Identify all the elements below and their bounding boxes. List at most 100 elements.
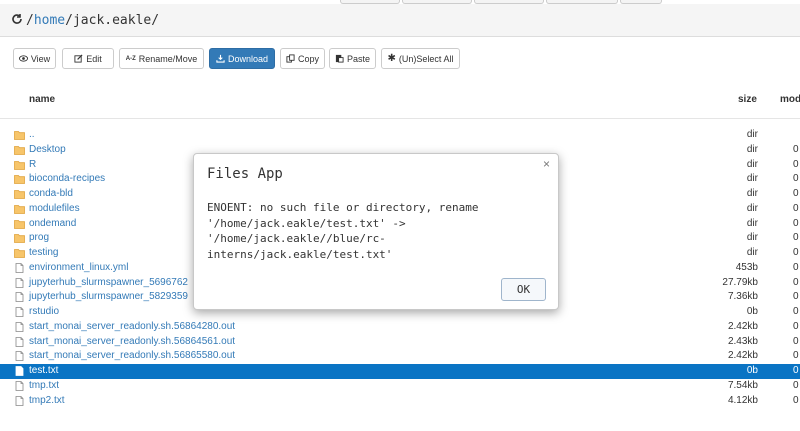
file-modified: 0 [793,350,799,362]
file-size: 0b [746,365,758,376]
file-icon [15,292,24,303]
sort-alpha-icon: A-Z [125,55,136,62]
edit-button[interactable]: Edit [62,48,114,69]
file-size: dir [746,129,758,140]
folder-icon [14,145,25,155]
file-size: 4.12kb [727,394,758,406]
file-modified: 0 [793,365,799,376]
folder-icon [14,175,25,185]
file-size: 2.42kb [727,350,758,362]
paste-icon [335,54,344,63]
copy-label: Copy [297,53,319,64]
view-button[interactable]: View [13,48,56,69]
file-name[interactable]: test.txt [29,365,58,376]
download-button[interactable]: Download [209,48,275,69]
file-name[interactable]: jupyterhub_slurmspawner_5829359 [29,291,188,302]
file-size: 7.54kb [727,379,758,391]
file-name[interactable]: rstudio [29,306,59,317]
download-label: Download [227,53,269,64]
dialog-message: ENOENT: no such file or directory, renam… [207,201,479,261]
file-modified: 0 [793,379,799,391]
name-column-header[interactable]: name [29,94,55,105]
file-name[interactable]: testing [29,247,58,258]
select-all-button[interactable]: ✱ (Un)Select All [381,48,460,69]
file-name[interactable]: ondemand [29,218,76,229]
file-name[interactable]: tmp2.txt [29,395,65,406]
file-icon [15,366,24,376]
file-size: dir [746,158,758,170]
select-all-label: (Un)Select All [398,53,454,64]
file-name[interactable]: Desktop [29,144,66,155]
file-size: 2.43kb [727,335,758,347]
download-icon [216,54,225,63]
file-icon [15,351,24,362]
file-modified: 0 [793,158,799,170]
size-column-header[interactable]: size [738,94,757,105]
table-row[interactable]: tmp2.txt 4.12kb 0 [0,394,800,409]
view-label: View [30,53,51,64]
ok-button[interactable]: OK [501,278,546,301]
close-icon[interactable]: × [543,157,550,171]
file-size: 7.36kb [727,291,758,303]
file-name[interactable]: start_monai_server_readonly.sh.56864280.… [29,321,235,332]
file-size: dir [746,217,758,229]
paste-label: Paste [346,53,370,64]
file-modified: 0 [793,306,799,317]
file-size: dir [746,143,758,155]
table-row[interactable]: .. dir [0,128,800,143]
file-modified: 0 [793,320,799,332]
file-modified: 0 [793,291,799,303]
path-bar: /home/jack.eakle/ [0,4,800,37]
file-icon [15,395,24,406]
path-home-link[interactable]: home [34,13,65,28]
file-size: dir [746,202,758,214]
file-modified: 0 [793,335,799,347]
file-size: 27.79kb [722,276,758,288]
file-name[interactable]: jupyterhub_slurmspawner_5696762 [29,277,188,288]
error-dialog: × Files App ENOENT: no such file or dire… [193,153,559,310]
table-row[interactable]: tmp.txt 7.54kb 0 [0,379,800,394]
folder-icon [14,204,25,214]
refresh-icon[interactable] [11,13,23,25]
file-name[interactable]: start_monai_server_readonly.sh.56864561.… [29,336,235,347]
folder-icon [14,234,25,244]
file-name[interactable]: .. [29,129,35,140]
dialog-title: Files App [207,166,283,182]
file-name[interactable]: bioconda-recipes [29,173,105,184]
table-row[interactable]: start_monai_server_readonly.sh.56864280.… [0,320,800,335]
folder-icon [14,249,25,258]
modified-column-header[interactable]: mod [780,94,800,105]
folder-icon [14,160,25,170]
paste-button[interactable]: Paste [329,48,376,69]
file-modified: 0 [793,143,799,155]
file-name[interactable]: modulefiles [29,203,80,214]
table-row[interactable]: start_monai_server_readonly.sh.56864561.… [0,335,800,350]
file-name[interactable]: start_monai_server_readonly.sh.56865580.… [29,350,235,361]
file-modified: 0 [793,202,799,214]
copy-button[interactable]: Copy [280,48,325,69]
edit-label: Edit [86,53,102,64]
table-row[interactable]: start_monai_server_readonly.sh.56865580.… [0,349,800,364]
table-header: name size mod [0,90,800,119]
file-size: 0b [746,306,758,317]
path-breadcrumb: /home/jack.eakle/ [26,13,159,28]
file-icon [15,307,24,317]
pencil-icon [74,54,83,63]
file-modified: 0 [793,394,799,406]
path-rest: /jack.eakle/ [65,13,160,28]
file-icon [15,321,24,332]
file-name[interactable]: prog [29,232,49,243]
copy-icon [286,54,295,63]
file-name[interactable]: environment_linux.yml [29,262,129,273]
file-size: dir [746,247,758,258]
file-name[interactable]: tmp.txt [29,380,59,391]
file-name[interactable]: R [29,159,36,170]
file-size: 453b [735,261,758,273]
file-size: dir [746,173,758,185]
table-row[interactable]: test.txt 0b 0 [0,364,800,379]
file-modified: 0 [793,188,799,199]
file-modified: 0 [793,232,799,244]
file-name[interactable]: conda-bld [29,188,73,199]
rename-move-button[interactable]: A-Z Rename/Move [119,48,204,69]
file-icon [15,336,24,347]
